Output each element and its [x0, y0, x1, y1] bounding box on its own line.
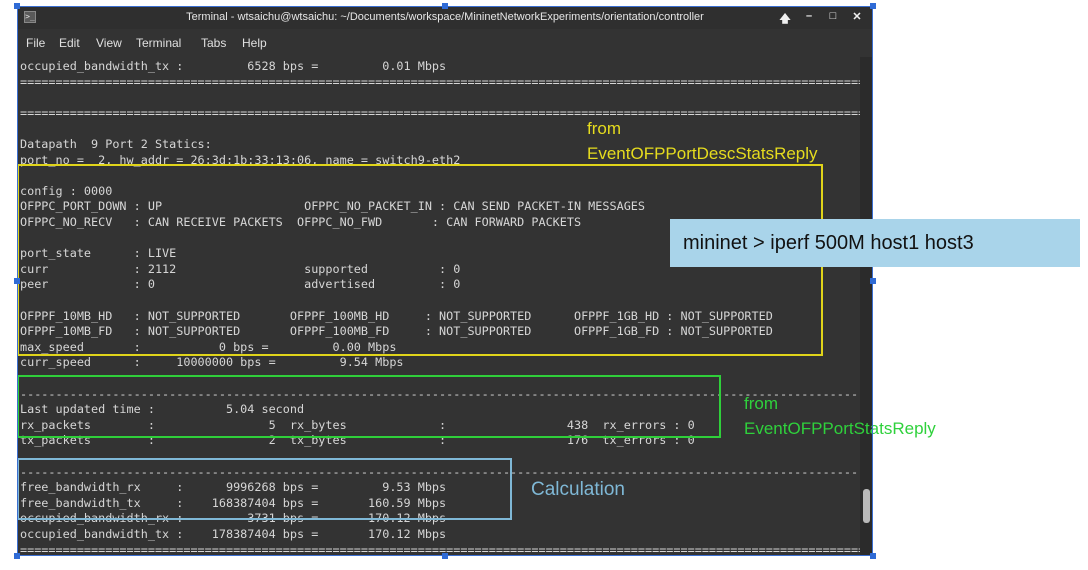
terminal-line: max_speed : 0 bps = 0.00 Mbps — [20, 339, 397, 354]
resize-handle[interactable] — [442, 553, 448, 559]
terminal-line: tx_packets : 2 tx_bytes : 176 tx_errors … — [20, 433, 695, 448]
port-stats-label: from EventOFPPortStatsReply — [744, 394, 936, 438]
keep-above-icon[interactable]: 🡅 — [778, 10, 792, 29]
terminal-line: OFPPC_NO_RECV : CAN RECEIVE PACKETS OFPP… — [20, 215, 582, 229]
terminal-line: curr : 2112 supported : 0 — [20, 261, 461, 276]
resize-handle[interactable] — [870, 553, 876, 559]
menu-bar: File Edit View Terminal Tabs Help — [18, 31, 872, 53]
calculation-label: Calculation — [531, 479, 625, 500]
resize-handle[interactable] — [870, 3, 876, 9]
menu-help[interactable]: Help — [242, 36, 267, 50]
menu-tabs[interactable]: Tabs — [201, 36, 226, 50]
resize-handle[interactable] — [14, 553, 20, 559]
terminal-line: port_no = 2, hw_addr = 26:3d:1b:33:13:06… — [20, 152, 461, 167]
scrollbar[interactable] — [860, 57, 872, 555]
resize-handle[interactable] — [14, 3, 20, 9]
window-title: Terminal - wtsaichu@wtsaichu: ~/Document… — [186, 11, 704, 23]
terminal-line: config : 0000 — [20, 183, 113, 198]
terminal-line: rx_packets : 5 rx_bytes : 438 rx_errors … — [20, 417, 695, 432]
menu-view[interactable]: View — [96, 36, 122, 50]
terminal-line: occupied_bandwidth_rx : 3731 bps = 170.1… — [20, 511, 447, 526]
terminal-line: Datapath 9 Port 2 Statics: — [20, 137, 212, 151]
terminal-line: Last updated time : 5.04 second — [20, 402, 305, 417]
terminal-line: free_bandwidth_rx : 9996268 bps = 9.53 M… — [20, 480, 447, 495]
scrollbar-thumb[interactable] — [863, 489, 870, 523]
terminal-line: occupied_bandwidth_tx : 6528 bps = 0.01 … — [20, 59, 447, 73]
terminal-line: free_bandwidth_tx : 168387404 bps = 160.… — [20, 495, 447, 510]
minimize-icon[interactable]: – — [802, 10, 816, 29]
terminal-line: ----------------------------------------… — [20, 386, 860, 401]
terminal-line: ========================================… — [20, 74, 860, 89]
menu-terminal[interactable]: Terminal — [136, 36, 181, 50]
resize-handle[interactable] — [442, 3, 448, 9]
title-bar[interactable]: >_ Terminal - wtsaichu@wtsaichu: ~/Docum… — [18, 7, 872, 29]
menu-edit[interactable]: Edit — [59, 36, 80, 50]
terminal-line: OFPPF_10MB_HD : NOT_SUPPORTED OFPPF_100M… — [20, 308, 773, 323]
terminal-line: ----------------------------------------… — [20, 464, 860, 479]
terminal-line: occupied_bandwidth_tx : 178387404 bps = … — [20, 527, 447, 541]
terminal-window: >_ Terminal - wtsaichu@wtsaichu: ~/Docum… — [18, 7, 872, 555]
command-callout: mininet > iperf 500M host1 host3 — [670, 219, 1080, 267]
terminal-line: OFPPC_PORT_DOWN : UP OFPPC_NO_PACKET_IN … — [20, 199, 646, 214]
resize-handle[interactable] — [870, 278, 876, 284]
resize-handle[interactable] — [14, 278, 20, 284]
terminal-line: OFPPF_10MB_FD : NOT_SUPPORTED OFPPF_100M… — [20, 324, 773, 339]
close-icon[interactable]: ✕ — [850, 10, 864, 29]
terminal-line: peer : 0 advertised : 0 — [20, 277, 461, 292]
menu-file[interactable]: File — [26, 36, 45, 50]
window-controls: 🡅 – □ ✕ — [778, 10, 864, 29]
terminal-line: ========================================… — [20, 542, 860, 555]
maximize-icon[interactable]: □ — [826, 10, 840, 29]
terminal-line: port_state : LIVE — [20, 246, 177, 261]
desc-stats-label: from EventOFPPortDescStatsReply — [587, 119, 818, 163]
terminal-line: curr_speed : 10000000 bps = 9.54 Mbps — [20, 355, 404, 370]
